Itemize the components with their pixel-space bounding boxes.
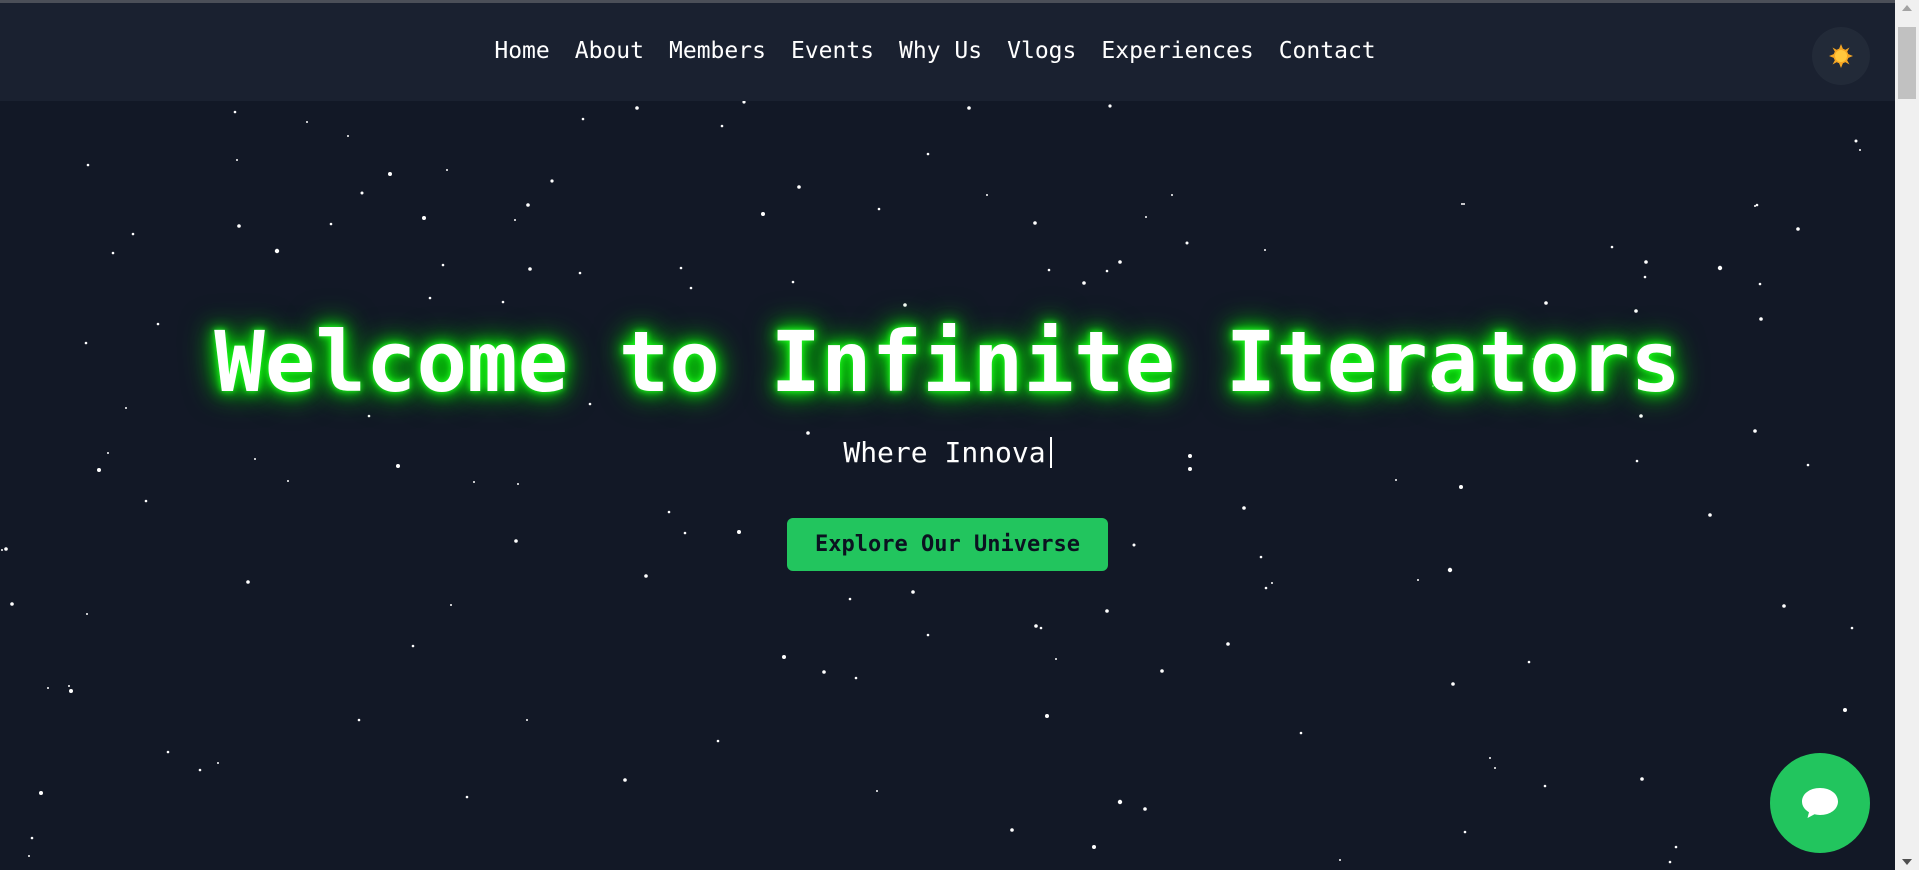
scrollbar-thumb[interactable] xyxy=(1898,27,1916,99)
nav-links: Home About Members Events Why Us Vlogs E… xyxy=(0,38,1895,64)
scroll-down-arrow[interactable] xyxy=(1895,854,1919,870)
chat-button[interactable] xyxy=(1770,753,1870,853)
chat-bubble-icon xyxy=(1802,788,1838,818)
hero-title: Welcome to Infinite Iterators xyxy=(214,313,1681,411)
top-navbar: Home About Members Events Why Us Vlogs E… xyxy=(0,3,1895,101)
typing-cursor xyxy=(1049,437,1052,468)
hero-typing-subtitle: Where Innova xyxy=(0,436,1895,469)
nav-link-home[interactable]: Home xyxy=(494,38,549,64)
page-viewport: Home About Members Events Why Us Vlogs E… xyxy=(0,0,1919,870)
vertical-scrollbar[interactable] xyxy=(1895,0,1919,870)
nav-link-members[interactable]: Members xyxy=(669,38,766,64)
nav-link-events[interactable]: Events xyxy=(791,38,874,64)
window-top-border xyxy=(0,0,1919,3)
explore-universe-button[interactable]: Explore Our Universe xyxy=(787,518,1108,571)
nav-link-experiences[interactable]: Experiences xyxy=(1101,38,1253,64)
typed-text: Where Innova xyxy=(843,436,1046,469)
theme-toggle-button[interactable] xyxy=(1812,27,1870,85)
nav-link-vlogs[interactable]: Vlogs xyxy=(1007,38,1076,64)
scroll-up-arrow[interactable] xyxy=(1895,0,1919,16)
nav-link-contact[interactable]: Contact xyxy=(1279,38,1376,64)
nav-link-why-us[interactable]: Why Us xyxy=(899,38,982,64)
starfield-background xyxy=(1,100,1861,864)
nav-link-about[interactable]: About xyxy=(575,38,644,64)
sun-icon xyxy=(1829,44,1853,68)
